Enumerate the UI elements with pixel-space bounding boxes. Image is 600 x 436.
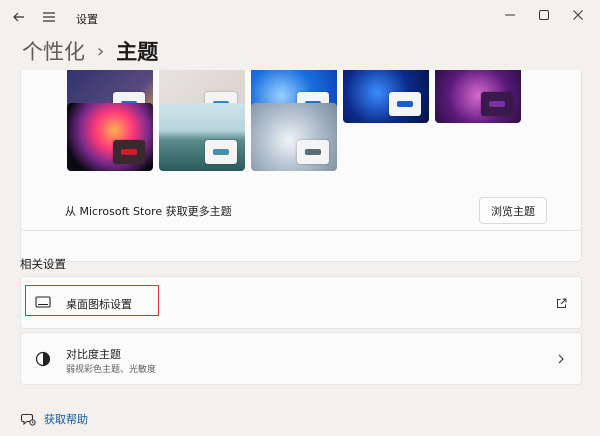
theme-accent-bar (121, 149, 137, 155)
theme-thumbnail[interactable] (343, 70, 429, 123)
close-icon (573, 10, 583, 20)
contrast-icon (33, 349, 53, 369)
menu-button[interactable] (36, 4, 62, 30)
theme-swatch (113, 140, 145, 164)
theme-thumbnail[interactable] (251, 103, 337, 171)
breadcrumb-parent[interactable]: 个性化 (22, 36, 85, 66)
theme-thumbnail[interactable] (159, 103, 245, 171)
theme-swatch (205, 140, 237, 164)
breadcrumb: 个性化 › 主题 (22, 36, 158, 66)
help-chat-icon (20, 413, 36, 426)
store-row: 从 Microsoft Store 获取更多主题 浏览主题 (20, 190, 582, 231)
back-arrow-icon (13, 12, 24, 22)
theme-accent-bar (489, 101, 505, 107)
theme-swatch (481, 92, 513, 116)
theme-thumbnail[interactable] (67, 103, 153, 171)
theme-swatch (389, 92, 421, 116)
store-text: 从 Microsoft Store 获取更多主题 (65, 205, 232, 218)
open-external-icon (553, 295, 569, 311)
related-settings-heading: 相关设置 (20, 257, 66, 271)
theme-accent-bar (305, 149, 321, 155)
minimize-icon (505, 14, 515, 16)
content-scroll-area[interactable]: 从 Microsoft Store 获取更多主题 浏览主题 相关设置 桌面图标设… (0, 70, 600, 436)
get-help-label: 获取帮助 (44, 413, 88, 426)
get-help-link[interactable]: 获取帮助 (20, 410, 88, 428)
theme-swatch (297, 140, 329, 164)
theme-gallery (20, 70, 582, 262)
title-bar: 设置 (0, 0, 600, 36)
maximize-icon (539, 10, 549, 20)
window-title: 设置 (76, 13, 98, 26)
theme-thumbnail[interactable] (435, 70, 521, 123)
chevron-right-icon (553, 351, 569, 367)
page-title: 主题 (116, 40, 159, 64)
theme-accent-bar (397, 101, 413, 107)
browse-themes-button[interactable]: 浏览主题 (479, 197, 547, 224)
contrast-themes-card[interactable]: 对比度主题 弱视彩色主题、光敏度 (20, 332, 582, 385)
close-button[interactable] (556, 0, 600, 30)
theme-accent-bar (213, 149, 229, 155)
breadcrumb-separator: › (97, 40, 105, 62)
back-button[interactable] (6, 4, 32, 30)
desktop-icon-settings-card[interactable]: 桌面图标设置 (20, 276, 582, 329)
hamburger-icon (43, 12, 55, 22)
contrast-themes-subtitle: 弱视彩色主题、光敏度 (66, 365, 157, 375)
contrast-themes-title: 对比度主题 (66, 348, 121, 361)
highlight-box (25, 285, 159, 316)
